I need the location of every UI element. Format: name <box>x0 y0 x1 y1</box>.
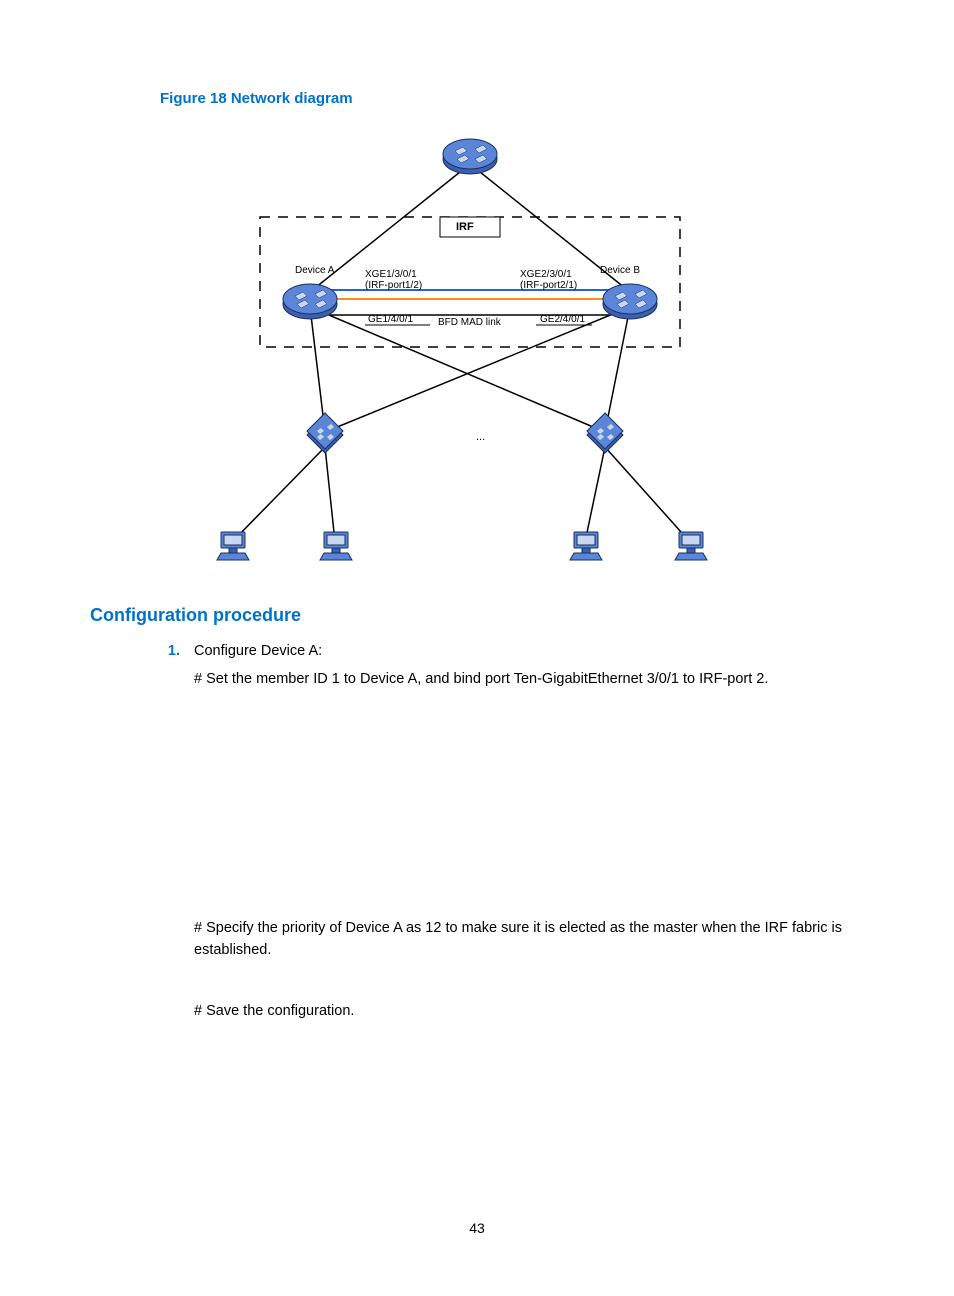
ge1-label: GE1/4/0/1 <box>368 314 413 325</box>
irf-label: IRF <box>456 221 474 233</box>
device-b-label: Device B <box>600 265 640 276</box>
section-heading: Configuration procedure <box>90 605 874 626</box>
bfd-label: BFD MAD link <box>438 317 501 328</box>
step-title: Configure Device A: <box>194 640 874 662</box>
step-line-1: # Set the member ID 1 to Device A, and b… <box>194 668 874 690</box>
ge2-label: GE2/4/0/1 <box>540 314 585 325</box>
ellipsis-label: ... <box>476 431 485 443</box>
device-a-label: Device A <box>295 265 334 276</box>
xge2-label: XGE2/3/0/1 <box>520 269 572 280</box>
figure-title: Figure 18 Network diagram <box>160 90 874 107</box>
step-number: 1. <box>160 640 180 1028</box>
page-number: 43 <box>0 1220 954 1236</box>
network-diagram: IRF Device A Device B XGE1/3/0/1 (IRF-po… <box>160 117 720 577</box>
xge1-label: XGE1/3/0/1 <box>365 269 417 280</box>
irfport2-label: (IRF-port2/1) <box>520 280 577 291</box>
step-line-3: # Save the configuration. <box>194 1000 874 1022</box>
irfport1-label: (IRF-port1/2) <box>365 280 422 291</box>
step-line-2: # Specify the priority of Device A as 12… <box>194 917 874 962</box>
step-1: 1. Configure Device A: # Set the member … <box>160 640 874 1028</box>
